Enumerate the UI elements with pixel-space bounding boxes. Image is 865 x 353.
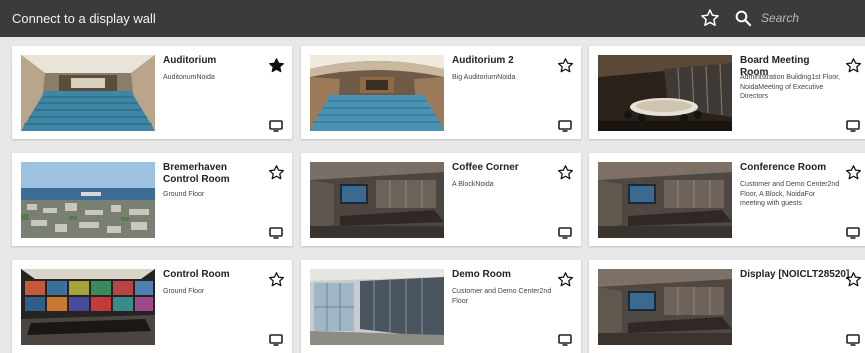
monitor-icon[interactable] xyxy=(846,227,860,239)
star-outline-icon[interactable] xyxy=(845,57,862,74)
auditorium-2-photo xyxy=(310,55,444,131)
room-description: Administration Building1st Floor, NoidaM… xyxy=(740,74,840,100)
star-outline-icon[interactable] xyxy=(557,271,574,288)
room-name: Demo Room xyxy=(452,269,511,280)
display-room-photo xyxy=(598,269,732,345)
star-outline-icon[interactable] xyxy=(557,164,574,181)
room-card-demo-room[interactable]: Demo Room Customer and Demo Center2nd Fl… xyxy=(301,260,581,353)
control-room-photo xyxy=(21,269,155,345)
room-thumbnail xyxy=(310,55,444,131)
room-description: A BlockNoida xyxy=(452,181,494,188)
star-filled-icon[interactable] xyxy=(268,57,285,74)
coffee-corner-photo xyxy=(310,162,444,238)
room-name: Control Room xyxy=(163,269,230,280)
star-outline-icon[interactable] xyxy=(845,271,862,288)
room-description: Customer and Demo Center2nd Floor xyxy=(452,288,552,305)
room-description: Customer and Demo Center2nd Floor, A Blo… xyxy=(740,181,840,207)
room-thumbnail xyxy=(598,269,732,345)
room-description: Ground Floor xyxy=(163,191,205,198)
room-card-control-room[interactable]: Control Room Ground Floor xyxy=(12,260,292,353)
monitor-icon[interactable] xyxy=(846,334,860,346)
room-name: Display [NOICLT28520] xyxy=(740,269,850,280)
room-name: Conference Room xyxy=(740,162,827,173)
monitor-icon[interactable] xyxy=(269,120,283,132)
star-outline-icon[interactable] xyxy=(557,57,574,74)
auditorium-photo xyxy=(21,55,155,131)
room-thumbnail xyxy=(310,162,444,238)
room-thumbnail xyxy=(21,55,155,131)
room-card-coffee-corner[interactable]: Coffee Corner A BlockNoida xyxy=(301,153,581,246)
room-description: Big AuditoriumNoida xyxy=(452,74,516,81)
room-card-board-meeting-room[interactable]: Board Meeting Room Administration Buildi… xyxy=(589,46,865,139)
room-grid: Auditorium AuditoriumNoida Auditorium 2 … xyxy=(0,0,865,353)
room-name: Auditorium 2 xyxy=(452,55,514,66)
room-thumbnail xyxy=(598,162,732,238)
room-description: AuditoriumNoida xyxy=(163,74,215,81)
monitor-icon[interactable] xyxy=(269,227,283,239)
star-outline-icon[interactable] xyxy=(268,164,285,181)
room-card-display-noiclt28520[interactable]: Display [NOICLT28520] xyxy=(589,260,865,353)
room-thumbnail xyxy=(310,269,444,345)
room-thumbnail xyxy=(21,269,155,345)
room-card-auditorium-2[interactable]: Auditorium 2 Big AuditoriumNoida xyxy=(301,46,581,139)
room-name: Auditorium xyxy=(163,55,217,66)
monitor-icon[interactable] xyxy=(269,334,283,346)
star-outline-icon[interactable] xyxy=(268,271,285,288)
room-thumbnail xyxy=(21,162,155,238)
room-name: Coffee Corner xyxy=(452,162,519,173)
monitor-icon[interactable] xyxy=(846,120,860,132)
room-description: Ground Floor xyxy=(163,288,205,295)
monitor-icon[interactable] xyxy=(558,334,572,346)
bremerhaven-photo xyxy=(21,162,155,238)
demo-room-photo xyxy=(310,269,444,345)
room-thumbnail xyxy=(598,55,732,131)
conference-room-photo xyxy=(598,162,732,238)
board-room-photo xyxy=(598,55,732,131)
monitor-icon[interactable] xyxy=(558,120,572,132)
room-card-auditorium[interactable]: Auditorium AuditoriumNoida xyxy=(12,46,292,139)
room-card-bremerhaven-control-room[interactable]: Bremerhaven Control Room Ground Floor xyxy=(12,153,292,246)
star-outline-icon[interactable] xyxy=(845,164,862,181)
monitor-icon[interactable] xyxy=(558,227,572,239)
room-card-conference-room[interactable]: Conference Room Customer and Demo Center… xyxy=(589,153,865,246)
room-name: Bremerhaven Control Room xyxy=(163,162,230,185)
